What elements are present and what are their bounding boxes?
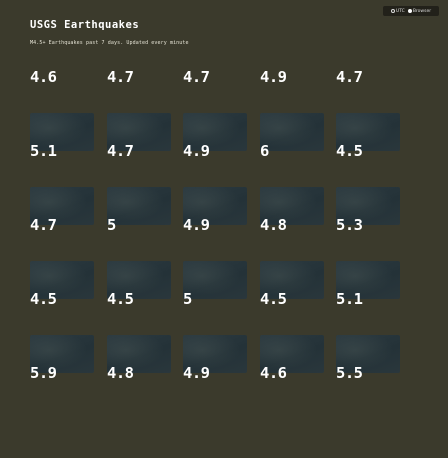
magnitude-value: 4.6 (30, 68, 57, 86)
magnitude-value: 4.9 (260, 68, 287, 86)
earthquake-details (30, 97, 96, 105)
earthquake-details (260, 171, 326, 179)
earthquake-details (30, 171, 96, 179)
magnitude-value: 6 (260, 142, 269, 160)
magnitude-value: 4.8 (260, 216, 287, 234)
radio-icon (390, 9, 395, 13)
earthquake-details (107, 171, 173, 179)
radio-selected-icon (407, 9, 412, 13)
magnitude-value: 5 (183, 290, 192, 308)
magnitude-value: 4.7 (107, 68, 134, 86)
earthquake-card[interactable]: 4.9 (180, 364, 252, 458)
page-subtitle: M4.5+ Earthquakes past 7 days. Updated e… (30, 40, 189, 46)
magnitude-value: 4.6 (260, 364, 287, 382)
earthquake-details (336, 245, 402, 253)
earthquake-card[interactable]: 5.9 (27, 364, 99, 458)
timezone-option-utc[interactable]: UTC (390, 8, 405, 14)
timezone-option-label: Browser (412, 8, 432, 14)
earthquake-details (336, 319, 402, 327)
magnitude-value: 4.5 (260, 290, 287, 308)
earthquake-details (107, 97, 173, 105)
timezone-toggle[interactable]: UTC Browser (383, 6, 439, 16)
earthquake-details (336, 171, 402, 179)
earthquake-details (107, 245, 173, 253)
magnitude-value: 4.9 (183, 216, 210, 234)
earthquake-details (183, 171, 249, 179)
magnitude-value: 4.5 (30, 290, 57, 308)
magnitude-value: 4.5 (107, 290, 134, 308)
magnitude-value: 5.5 (336, 364, 363, 382)
earthquake-details (183, 245, 249, 253)
earthquake-card[interactable]: 4.8 (104, 364, 176, 458)
earthquake-details (336, 97, 402, 105)
magnitude-value: 5.9 (30, 364, 57, 382)
earthquake-details (183, 97, 249, 105)
magnitude-value: 4.8 (107, 364, 134, 382)
magnitude-value: 4.7 (30, 216, 57, 234)
magnitude-value: 4.7 (183, 68, 210, 86)
earthquake-details (30, 319, 96, 327)
magnitude-value: 4.9 (183, 142, 210, 160)
magnitude-value: 5.3 (336, 216, 363, 234)
magnitude-value: 4.7 (336, 68, 363, 86)
magnitude-value: 4.9 (183, 364, 210, 382)
earthquake-details (107, 319, 173, 327)
earthquake-card[interactable]: 5.5 (333, 364, 405, 458)
page-title: USGS Earthquakes (30, 19, 140, 31)
header: USGS Earthquakes M4.5+ Earthquakes past … (0, 0, 448, 64)
earthquake-details (183, 319, 249, 327)
earthquake-details (30, 245, 96, 253)
magnitude-value: 4.5 (336, 142, 363, 160)
earthquake-details (260, 245, 326, 253)
magnitude-value: 5 (107, 216, 116, 234)
magnitude-value: 5.1 (336, 290, 363, 308)
earthquake-details (260, 97, 326, 105)
magnitude-value: 5.1 (30, 142, 57, 160)
earthquake-details (260, 319, 326, 327)
magnitude-value: 4.7 (107, 142, 134, 160)
timezone-option-browser[interactable]: Browser (407, 8, 432, 14)
earthquake-card[interactable]: 4.6 (257, 364, 329, 458)
timezone-option-label: UTC (395, 8, 405, 14)
